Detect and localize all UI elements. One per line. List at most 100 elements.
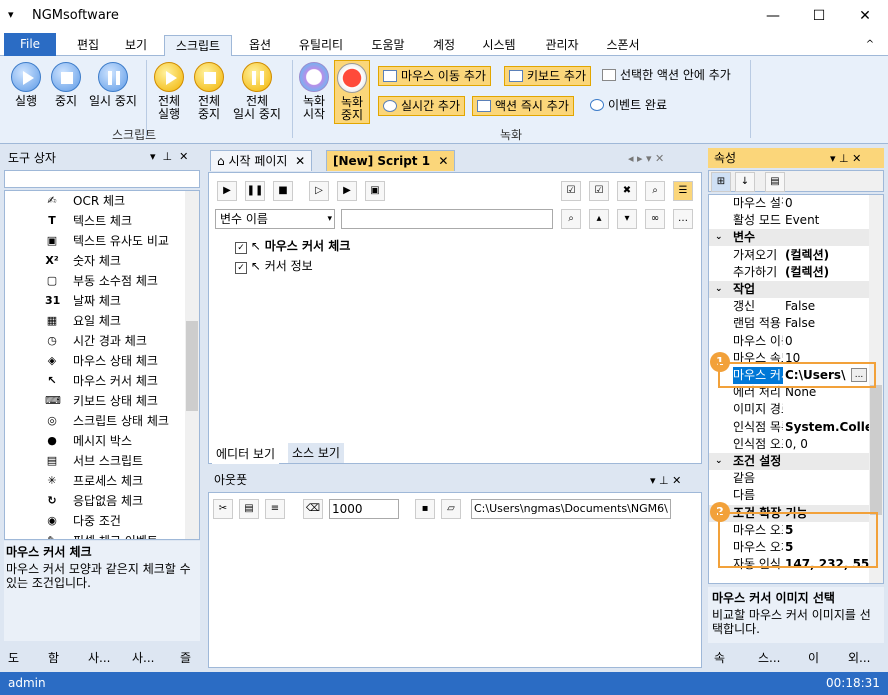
- property-value[interactable]: (컬렉션): [785, 247, 869, 264]
- property-row[interactable]: 인식점 목록System.Collec: [709, 419, 869, 436]
- tab-functions[interactable]: 함: [48, 648, 59, 668]
- tab-external[interactable]: 외...: [848, 648, 870, 668]
- maximize-button[interactable]: ☐: [796, 0, 842, 32]
- run-all-button[interactable]: 전체 실행: [150, 62, 188, 121]
- output-controls[interactable]: ▾ ⊥ ✕: [650, 474, 681, 487]
- property-value[interactable]: False: [785, 298, 869, 315]
- add-mouse-move-button[interactable]: 마우스 이동 추가: [378, 66, 491, 86]
- output-path-input[interactable]: C:\Users\ngmas\Documents\NGM6\: [471, 499, 671, 519]
- step-icon[interactable]: ▷: [309, 181, 329, 201]
- list-icon[interactable]: ≡: [265, 499, 285, 519]
- toolbox-search-input[interactable]: [4, 170, 200, 188]
- save-icon[interactable]: ▪: [415, 499, 435, 519]
- toolbox-scrollbar[interactable]: [185, 191, 199, 539]
- property-pages-icon[interactable]: ▤: [765, 172, 785, 192]
- sort-az-icon[interactable]: ↓: [735, 172, 755, 192]
- tab-toolbox[interactable]: 도: [8, 648, 19, 668]
- up-icon[interactable]: ▴: [589, 209, 609, 229]
- check-icon[interactable]: ☑: [589, 181, 609, 201]
- tab-favorites[interactable]: 즐: [180, 648, 191, 668]
- toolbox-item[interactable]: ◷ 시간 경과 체크: [5, 331, 185, 351]
- toolbox-item[interactable]: ▦ 요일 체크: [5, 311, 185, 331]
- search-icon[interactable]: ⌕: [645, 181, 665, 201]
- minimize-button[interactable]: —: [750, 0, 796, 32]
- toolbox-controls[interactable]: ▾ ⊥ ✕: [150, 150, 188, 163]
- doc-tab-controls[interactable]: ◂ ▸ ▾ ✕: [628, 152, 664, 165]
- toolbox-item[interactable]: ✎ 픽셀 체크 이벤트: [5, 531, 185, 539]
- toolbox-item[interactable]: ▢ 부동 소수점 체크: [5, 271, 185, 291]
- toolbox-item[interactable]: ◈ 마우스 상태 체크: [5, 351, 185, 371]
- tab-new-script[interactable]: [New] Script 1 ✕: [326, 150, 456, 171]
- toolbox-item[interactable]: ◉ 다중 조건: [5, 511, 185, 531]
- tab-start-page[interactable]: ⌂ 시작 페이지 ✕: [210, 150, 313, 171]
- tab-editor-view[interactable]: 에디터 보기: [212, 444, 280, 464]
- checkbox[interactable]: ✓: [235, 242, 247, 254]
- property-row[interactable]: 추가하기 (컬렉션): [709, 264, 869, 281]
- tab-source-view[interactable]: 소스 보기: [288, 443, 344, 463]
- step-over-icon[interactable]: ▣: [365, 181, 385, 201]
- new-file-icon[interactable]: ▤: [239, 499, 259, 519]
- pause-all-button[interactable]: 전체 일시 중지: [228, 62, 286, 121]
- toolbox-item[interactable]: ◎ 스크립트 상태 체크: [5, 411, 185, 431]
- chevron-down-icon[interactable]: ⌄: [715, 453, 723, 470]
- toolbox-item[interactable]: X² 숫자 체크: [5, 251, 185, 271]
- stop-icon[interactable]: ■: [273, 181, 293, 201]
- property-value[interactable]: 0: [785, 195, 869, 212]
- clear-icon[interactable]: ✂: [213, 499, 233, 519]
- add-in-selected-action-button[interactable]: 선택한 액션 안에 추가: [598, 66, 735, 86]
- variable-value-input[interactable]: [341, 209, 553, 229]
- tab-system[interactable]: 시스템: [474, 35, 524, 56]
- property-row[interactable]: 랜덤 적용 False: [709, 315, 869, 332]
- toolbox-item[interactable]: ▣ 텍스트 유사도 비교: [5, 231, 185, 251]
- tab-user-functions[interactable]: 사...: [132, 648, 154, 668]
- toolbox-item[interactable]: ⌨ 키보드 상태 체크: [5, 391, 185, 411]
- property-row[interactable]: 활성 모드 Event: [709, 212, 869, 229]
- tab-help[interactable]: 도움말: [362, 35, 414, 56]
- tab-account[interactable]: 계정: [422, 35, 466, 56]
- close-button[interactable]: ✕: [842, 0, 888, 32]
- property-row[interactable]: 가져오기 (컬렉션): [709, 247, 869, 264]
- pause-button[interactable]: 일시 중지: [86, 62, 140, 108]
- more-icon[interactable]: …: [673, 209, 693, 229]
- property-row[interactable]: 마우스 이동0: [709, 333, 869, 350]
- play-icon[interactable]: ▶: [217, 181, 237, 201]
- down-icon[interactable]: ▾: [617, 209, 637, 229]
- toolbox-item[interactable]: ✳ 프로세스 체크: [5, 471, 185, 491]
- properties-controls[interactable]: ▾ ⊥ ✕: [830, 152, 861, 165]
- property-row[interactable]: 갱신 False: [709, 298, 869, 315]
- ribbon-collapse-icon[interactable]: ^: [860, 35, 880, 56]
- chevron-down-icon[interactable]: ⌄: [715, 229, 723, 246]
- toolbox-item[interactable]: T 텍스트 체크: [5, 211, 185, 231]
- toolbox-item[interactable]: ↖ 마우스 커서 체크: [5, 371, 185, 391]
- delete-icon[interactable]: ✖: [617, 181, 637, 201]
- property-row[interactable]: 같음: [709, 470, 869, 487]
- run-button[interactable]: 실행: [8, 62, 44, 108]
- property-row[interactable]: 마우스 설정0: [709, 195, 869, 212]
- category-view-icon[interactable]: ⊞: [711, 172, 731, 192]
- property-row[interactable]: 다름: [709, 487, 869, 504]
- check-all-icon[interactable]: ☑: [561, 181, 581, 201]
- tab-script-list[interactable]: 스...: [758, 648, 780, 668]
- property-value[interactable]: 0: [785, 333, 869, 350]
- chevron-down-icon[interactable]: ⌄: [715, 281, 723, 298]
- loop-icon[interactable]: ∞: [645, 209, 665, 229]
- variable-select[interactable]: 변수 이름 ▾: [215, 209, 335, 229]
- property-category[interactable]: ⌄ 변수: [709, 229, 869, 247]
- toolbox-item[interactable]: ● 메시지 박스: [5, 431, 185, 451]
- tab-file[interactable]: File: [4, 33, 56, 56]
- tab-edit[interactable]: 편집: [66, 35, 110, 56]
- search-icon[interactable]: ⌕: [561, 209, 581, 229]
- property-category[interactable]: ⌄ 작업: [709, 281, 869, 298]
- add-keyboard-button[interactable]: 키보드 추가: [504, 66, 592, 86]
- tab-sponsor[interactable]: 스폰서: [598, 35, 648, 56]
- system-menu-icon[interactable]: ▾: [8, 8, 14, 21]
- line-count-stepper[interactable]: 1000: [329, 499, 399, 519]
- tree-item-cursor-info[interactable]: ✓ ↖ 커서 정보: [235, 257, 313, 275]
- tree-item-mouse-cursor-check[interactable]: ✓ ↖ 마우스 커서 체크: [235, 237, 350, 255]
- tab-admin[interactable]: 관리자: [534, 35, 590, 56]
- tab-properties[interactable]: 속: [714, 648, 725, 668]
- property-value[interactable]: 0, 0: [785, 436, 869, 453]
- record-stop-button[interactable]: 녹화 중지: [334, 60, 370, 124]
- pause-icon[interactable]: ❚❚: [245, 181, 265, 201]
- toolbox-item[interactable]: ↻ 응답없음 체크: [5, 491, 185, 511]
